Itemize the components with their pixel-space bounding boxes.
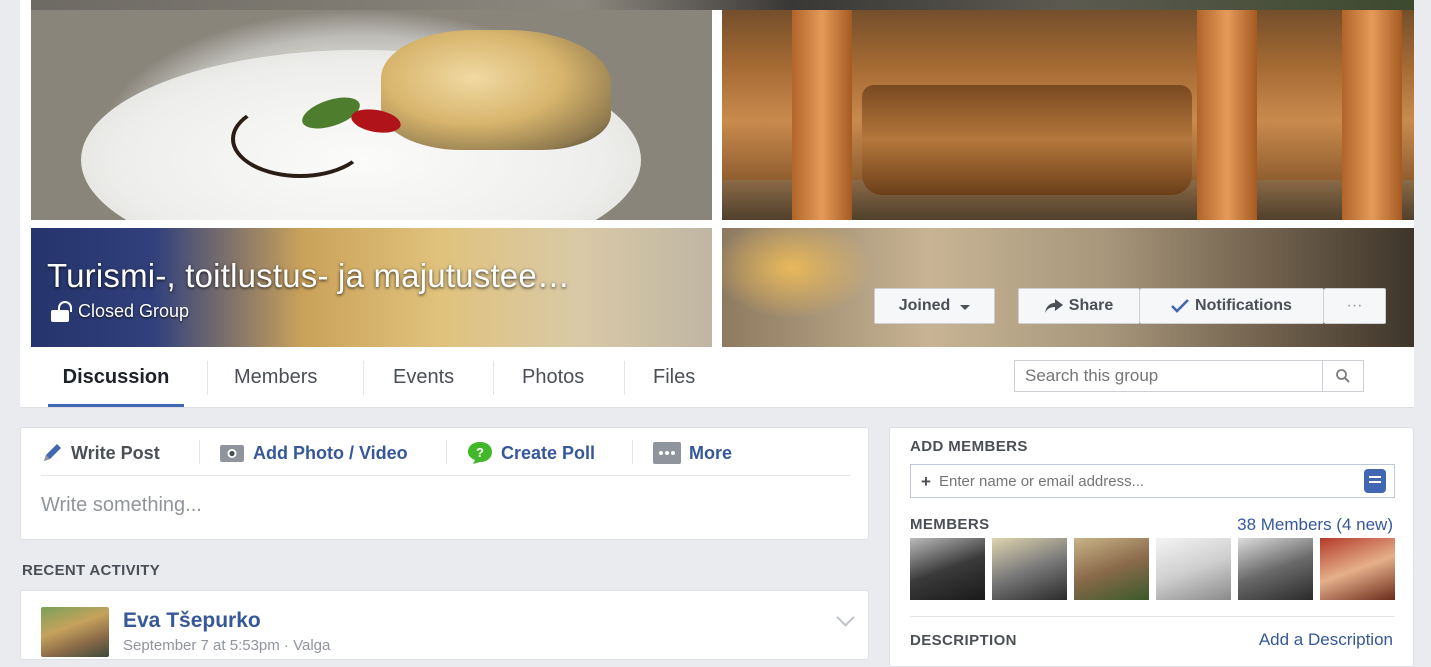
- write-post-label: Write Post: [71, 442, 160, 463]
- post-composer: Write Post Add Photo / Video ? Create Po…: [20, 427, 869, 540]
- add-members-field: +: [910, 464, 1395, 498]
- write-something-input[interactable]: Write something...: [41, 494, 202, 517]
- search-button[interactable]: [1322, 361, 1363, 391]
- create-poll-tab[interactable]: ? Create Poll: [467, 440, 595, 466]
- post-meta[interactable]: September 7 at 5:53pm · Valga: [123, 637, 330, 654]
- tab-photos[interactable]: Photos: [522, 347, 584, 407]
- composer-divider: [632, 440, 633, 464]
- address-book-icon[interactable]: [1364, 469, 1386, 493]
- chevron-down-icon[interactable]: [836, 608, 855, 627]
- ellipsis-icon: ···: [1346, 297, 1363, 314]
- tab-discussion-label: Discussion: [62, 365, 170, 388]
- tab-events-label: Events: [393, 365, 455, 388]
- member-photo[interactable]: [992, 538, 1067, 600]
- lock-icon: [50, 300, 70, 322]
- tab-divider: [624, 361, 625, 395]
- tab-divider: [363, 361, 364, 395]
- description-heading: DESCRIPTION: [910, 632, 1017, 649]
- member-photo[interactable]: [910, 538, 985, 600]
- tab-events[interactable]: Events: [393, 347, 454, 407]
- food-shape: [381, 30, 611, 150]
- sidebar-divider: [910, 616, 1395, 617]
- composer-divider: [446, 440, 447, 464]
- more-label: More: [689, 442, 733, 463]
- reception-desk-shape: [862, 85, 1192, 195]
- plus-icon: +: [921, 472, 931, 491]
- tab-divider: [493, 361, 494, 395]
- share-button[interactable]: Share: [1018, 288, 1140, 324]
- cover-photo-reception[interactable]: [722, 0, 1414, 220]
- member-photos: [910, 538, 1395, 600]
- add-description-link[interactable]: Add a Description: [1259, 630, 1393, 650]
- camera-icon: [220, 445, 244, 462]
- cover-top-strip: [31, 0, 1414, 10]
- group-privacy-label: Closed Group: [78, 300, 190, 321]
- notifications-label: Notifications: [1195, 297, 1292, 314]
- search-input[interactable]: [1015, 361, 1335, 391]
- avatar[interactable]: [41, 607, 109, 657]
- joined-label: Joined: [898, 297, 951, 314]
- tab-members[interactable]: Members: [234, 347, 317, 407]
- tab-members-label: Members: [234, 365, 318, 388]
- composer-divider: [199, 440, 200, 464]
- group-nav: Discussion Members Events Photos Files: [20, 347, 1414, 408]
- tab-divider: [207, 361, 208, 395]
- write-post-tab[interactable]: Write Post: [41, 440, 160, 466]
- pillar-shape: [792, 0, 852, 220]
- group-search: [1014, 360, 1364, 392]
- pillar-shape: [1197, 0, 1257, 220]
- members-count-link[interactable]: 38 Members (4 new): [1237, 515, 1393, 535]
- member-photo[interactable]: [1156, 538, 1231, 600]
- member-photo[interactable]: [1238, 538, 1313, 600]
- add-members-input[interactable]: [911, 465, 1369, 497]
- search-icon: [1336, 369, 1350, 383]
- cover-photo-dessert[interactable]: [31, 0, 712, 220]
- group-cover: Turismi-, toitlustus- ja majutustee… Clo…: [20, 0, 1414, 347]
- caret-down-icon: [960, 304, 971, 310]
- svg-text:?: ?: [476, 445, 484, 460]
- add-photo-video-label: Add Photo / Video: [253, 442, 408, 463]
- notifications-button[interactable]: Notifications: [1140, 288, 1324, 324]
- add-members-heading: ADD MEMBERS: [910, 438, 1028, 455]
- poll-icon: ?: [468, 442, 492, 464]
- member-photo[interactable]: [1320, 538, 1395, 600]
- more-tab[interactable]: More: [653, 440, 732, 466]
- group-sidebar: ADD MEMBERS + MEMBERS 38 Members (4 new)…: [889, 427, 1414, 667]
- tab-files[interactable]: Files: [653, 347, 695, 407]
- tab-files-label: Files: [653, 365, 696, 388]
- create-poll-label: Create Poll: [501, 442, 596, 463]
- share-arrow-icon: [1044, 299, 1063, 313]
- checkmark-icon: [1171, 299, 1189, 313]
- pencil-icon: [44, 444, 61, 461]
- share-label: Share: [1068, 297, 1114, 314]
- group-privacy: Closed Group: [50, 300, 189, 322]
- group-title[interactable]: Turismi-, toitlustus- ja majutustee…: [47, 257, 570, 295]
- member-photo[interactable]: [1074, 538, 1149, 600]
- more-icon: [653, 442, 681, 464]
- add-photo-video-tab[interactable]: Add Photo / Video: [219, 440, 408, 466]
- tab-discussion[interactable]: Discussion: [48, 347, 184, 407]
- post-author[interactable]: Eva Tšepurko: [123, 609, 261, 633]
- post-card: Eva Tšepurko September 7 at 5:53pm · Val…: [20, 590, 869, 660]
- composer-divider-line: [41, 475, 850, 476]
- more-options-button[interactable]: ···: [1324, 288, 1386, 324]
- joined-button[interactable]: Joined: [874, 288, 995, 324]
- pillar-shape: [1342, 0, 1402, 220]
- recent-activity-heading: RECENT ACTIVITY: [22, 562, 161, 579]
- members-heading: MEMBERS: [910, 516, 990, 533]
- tab-photos-label: Photos: [522, 365, 585, 388]
